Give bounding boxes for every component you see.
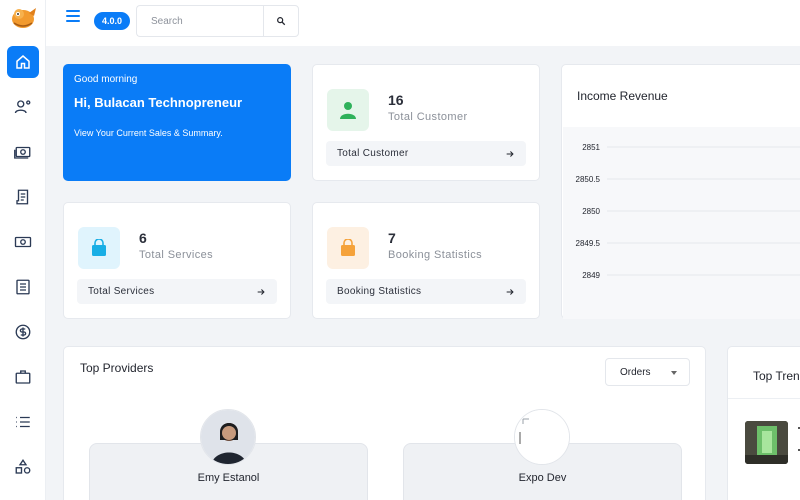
trending-thumbnail[interactable]	[745, 421, 788, 464]
dollar-circle-icon	[15, 324, 31, 340]
arrow-right-icon	[506, 150, 514, 157]
version-badge: 4.0.0	[94, 12, 131, 30]
list-icon	[16, 416, 30, 428]
booking-icon-box	[327, 227, 369, 269]
list-box-icon	[16, 279, 30, 295]
nav-categories[interactable]	[7, 451, 39, 483]
booking-statistics-button-label: Booking Statistics	[337, 286, 422, 297]
stat-card-services: 6 Total Services Total Services	[63, 202, 291, 319]
shapes-icon	[15, 459, 31, 474]
nav-providers[interactable]	[7, 91, 39, 123]
services-label: Total Services	[139, 249, 214, 261]
income-tick-label: 2850	[582, 207, 600, 216]
top-trending-title: Top Tren	[753, 369, 800, 383]
stat-card-booking: 7 Booking Statistics Booking Statistics	[312, 202, 540, 319]
income-tick-label: 2851	[582, 143, 600, 152]
provider-name: Emy Estanol	[197, 472, 260, 484]
booking-count: 7	[388, 230, 396, 246]
user-icon	[340, 102, 356, 119]
money-icon	[14, 146, 31, 159]
topbar: 4.0.0	[46, 0, 800, 46]
nav-home[interactable]	[7, 46, 39, 78]
total-customer-button[interactable]: Total Customer	[326, 141, 526, 166]
booking-statistics-button[interactable]: Booking Statistics	[326, 279, 526, 304]
search-icon	[277, 17, 286, 26]
total-services-button[interactable]: Total Services	[77, 279, 277, 304]
logo-icon[interactable]	[9, 5, 39, 29]
briefcase-icon	[15, 370, 31, 384]
receipt-icon	[16, 189, 29, 205]
menu-toggle-icon[interactable]	[66, 10, 80, 22]
services-icon-box	[78, 227, 120, 269]
sidebar	[0, 0, 46, 500]
welcome-subtitle: View Your Current Sales & Summary.	[74, 128, 223, 138]
top-providers-title: Top Providers	[80, 361, 154, 375]
income-revenue-title: Income Revenue	[577, 89, 668, 103]
cash-icon	[14, 236, 32, 248]
greeting-text: Good morning	[74, 74, 138, 85]
income-tick-label: 2849.5	[576, 239, 601, 248]
provider-name: Expo Dev	[518, 472, 567, 484]
avatar	[200, 409, 256, 465]
income-tick-label: 2850.5	[576, 175, 601, 184]
divider	[728, 398, 800, 399]
shopping-bag-icon	[341, 239, 355, 256]
caret-down-icon	[671, 371, 677, 375]
total-services-button-label: Total Services	[88, 286, 155, 297]
orders-dropdown[interactable]: Orders	[605, 358, 690, 386]
services-count: 6	[139, 230, 147, 246]
nav-receipts[interactable]	[7, 181, 39, 213]
customer-icon-box	[327, 89, 369, 131]
orders-dropdown-label: Orders	[620, 366, 651, 378]
income-revenue-card: Income Revenue 2851 2850.5 2850 2849.5 2849	[561, 64, 800, 319]
income-chart-svg: 2851 2850.5 2850 2849.5 2849	[576, 143, 800, 280]
welcome-title: Hi, Bulacan Technopreneur	[74, 95, 243, 110]
top-providers-card: Top Providers Orders Emy Estanol Expo De…	[63, 346, 706, 500]
income-tick-label: 2849	[582, 271, 600, 280]
arrow-right-icon	[257, 288, 265, 295]
customer-count: 16	[388, 92, 404, 108]
nav-earnings[interactable]	[7, 316, 39, 348]
top-trending-card: Top Tren	[727, 346, 800, 500]
search-button[interactable]	[263, 5, 299, 37]
nav-lists[interactable]	[7, 406, 39, 438]
broken-image-icon	[515, 410, 569, 464]
nav-cash[interactable]	[7, 226, 39, 258]
stat-card-customer: 16 Total Customer Total Customer	[312, 64, 540, 181]
trending-image	[745, 421, 788, 464]
user-gear-icon	[14, 100, 31, 114]
home-icon	[16, 55, 30, 69]
customer-label: Total Customer	[388, 111, 468, 123]
nav-services[interactable]	[7, 361, 39, 393]
nav-payments[interactable]	[7, 136, 39, 168]
avatar-placeholder	[514, 409, 570, 465]
nav-reports[interactable]	[7, 271, 39, 303]
booking-label: Booking Statistics	[388, 249, 483, 261]
welcome-card: Good morning Hi, Bulacan Technopreneur V…	[63, 64, 291, 181]
shopping-bag-icon	[92, 239, 106, 256]
avatar-photo	[201, 410, 255, 464]
income-chart: 2851 2850.5 2850 2849.5 2849	[563, 127, 800, 319]
arrow-right-icon	[506, 288, 514, 295]
total-customer-button-label: Total Customer	[337, 148, 409, 159]
search-input[interactable]	[136, 5, 264, 37]
